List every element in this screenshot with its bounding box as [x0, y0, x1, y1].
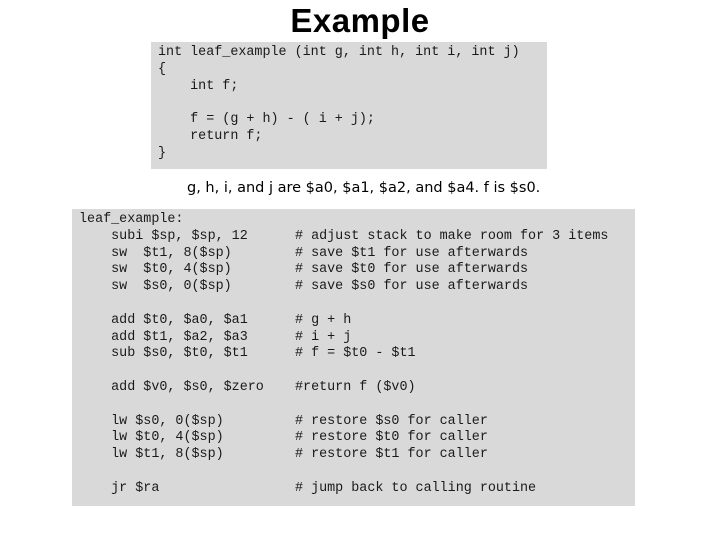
asm-line: sw $t1, 8($sp) # save $t1 for use afterwa…	[72, 246, 635, 263]
asm-line	[72, 464, 635, 481]
asm-instruction: add $t0, $a0, $a1	[79, 312, 248, 328]
asm-line: sw $t0, 4($sp) # save $t0 for use afterwa…	[72, 262, 635, 279]
asm-line: add $v0, $s0, $zero #return f ($v0)	[72, 380, 635, 397]
c-code-line: {	[158, 61, 167, 77]
asm-instruction: sw $s0, 0($sp)	[79, 279, 232, 295]
asm-instruction: lw $t0, 4($sp)	[79, 430, 224, 446]
c-code-lines: int leaf_example (int g, int h, int i, i…	[158, 45, 520, 163]
asm-instruction: leaf_example:	[79, 212, 184, 227]
c-code-line: f = (g + h) - ( i + j);	[158, 112, 375, 128]
asm-line: add $t1, $a2, $a3 # i + j	[72, 330, 635, 347]
c-code-block: int leaf_example (int g, int h, int i, i…	[151, 42, 547, 169]
asm-line: leaf_example:	[72, 212, 635, 229]
asm-comment: #return f ($v0)	[295, 380, 416, 395]
asm-comment: # restore $t1 for caller	[295, 447, 488, 463]
asm-instruction: sw $t1, 8($sp)	[79, 245, 232, 261]
asm-comment: # f = $t0 - $t1	[295, 346, 416, 362]
asm-comment: # adjust stack to make room for 3 items	[295, 228, 609, 244]
asm-instruction: lw $s0, 0($sp)	[79, 413, 224, 429]
asm-instruction: lw $t1, 8($sp)	[79, 447, 224, 463]
asm-comment: # i + j	[295, 329, 352, 345]
asm-line: lw $s0, 0($sp) # restore $s0 for caller	[72, 414, 635, 431]
asm-comment: # restore $t0 for caller	[295, 430, 488, 446]
c-code-line	[158, 95, 520, 112]
asm-line: lw $t0, 4($sp) # restore $t0 for caller	[72, 430, 635, 447]
asm-comment: # jump back to calling routine	[295, 480, 537, 496]
c-code-line: return f;	[158, 128, 263, 144]
asm-comment: # save $t0 for use afterwards	[295, 262, 529, 278]
asm-comment: # restore $s0 for caller	[295, 413, 488, 429]
c-code-line: int f;	[158, 78, 239, 94]
asm-comment: # save $t1 for use afterwards	[295, 245, 529, 261]
asm-line	[72, 397, 635, 414]
asm-line: subi $sp, $sp, 12 # adjust stack to make …	[72, 229, 635, 246]
asm-instruction: subi $sp, $sp, 12	[79, 228, 248, 244]
asm-line: add $t0, $a0, $a1 # g + h	[72, 313, 635, 330]
c-code-line: }	[158, 145, 167, 161]
asm-instruction: sw $t0, 4($sp)	[79, 262, 232, 278]
asm-line: jr $ra # jump back to calling routine	[72, 481, 635, 498]
asm-instruction: jr $ra	[79, 480, 160, 496]
asm-comment: # g + h	[295, 312, 352, 328]
asm-instruction: sub $s0, $t0, $t1	[79, 346, 248, 362]
c-code-line: int leaf_example (int g, int h, int i, i…	[158, 45, 520, 60]
asm-line	[72, 363, 635, 380]
asm-line: sub $s0, $t0, $t1 # f = $t0 - $t1	[72, 346, 635, 363]
asm-instruction: add $v0, $s0, $zero	[79, 380, 264, 395]
asm-line: sw $s0, 0($sp) # save $s0 for use afterwa…	[72, 279, 635, 296]
asm-line: lw $t1, 8($sp) # restore $t1 for caller	[72, 447, 635, 464]
asm-line	[72, 296, 635, 313]
register-mapping-caption: g, h, i, and j are $a0, $a1, $a2, and $a…	[187, 180, 541, 196]
assembly-code-block: leaf_example: subi $sp, $sp, 12 # adjust …	[72, 209, 635, 506]
asm-instruction: add $t1, $a2, $a3	[79, 329, 248, 345]
asm-comment: # save $s0 for use afterwards	[295, 279, 529, 295]
slide-title: Example	[290, 2, 430, 39]
